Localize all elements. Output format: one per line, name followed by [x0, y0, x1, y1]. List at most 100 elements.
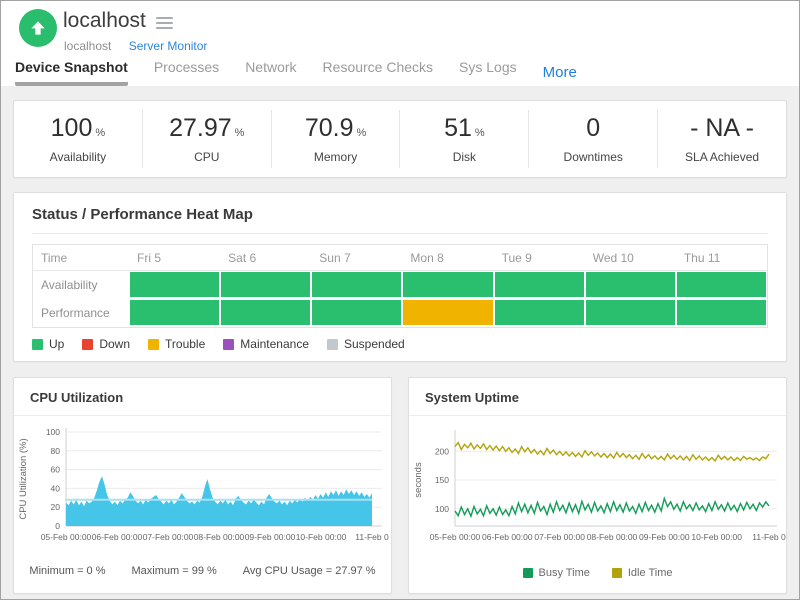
heatmap-row-label-availability: Availability	[33, 271, 129, 299]
tab-sys-logs[interactable]: Sys Logs	[459, 59, 517, 86]
downtimes-value: 0	[586, 114, 600, 142]
tab-device-snapshot[interactable]: Device Snapshot	[15, 59, 128, 86]
trouble-swatch-icon	[148, 339, 159, 350]
heatmap-title: Status / Performance Heat Map	[32, 206, 768, 223]
heatmap-cell[interactable]	[494, 271, 585, 298]
cpu-value: 27.97	[169, 114, 232, 142]
system-uptime-card: System Uptime 10015020005-Feb 00:0006-Fe…	[408, 377, 787, 594]
heatmap-cell[interactable]	[676, 299, 767, 326]
heatmap-cell[interactable]	[220, 299, 311, 326]
heatmap-col-day: Tue 9	[494, 245, 585, 271]
uptime-chart-title: System Uptime	[409, 378, 786, 416]
tab-bar: Device Snapshot Processes Network Resour…	[15, 59, 577, 86]
server-monitor-window: localhost localhost Server Monitor Devic…	[0, 0, 800, 600]
legend-maintenance: Maintenance	[223, 337, 309, 351]
svg-text:06-Feb 00:00: 06-Feb 00:00	[92, 532, 143, 542]
svg-text:seconds: seconds	[413, 462, 424, 498]
heatmap-cell[interactable]	[129, 299, 220, 326]
down-swatch-icon	[82, 339, 93, 350]
heatmap-cell[interactable]	[676, 271, 767, 298]
summary-stats-strip: 100% Availability 27.97% CPU 70.9% Memor…	[13, 100, 787, 178]
up-swatch-icon	[32, 339, 43, 350]
availability-value: 100	[51, 114, 93, 142]
legend-trouble: Trouble	[148, 337, 205, 351]
svg-text:200: 200	[435, 446, 449, 456]
svg-text:0: 0	[55, 521, 60, 531]
legend-idle-time: Idle Time	[612, 567, 673, 579]
heatmap-section: Status / Performance Heat Map Time Fri 5…	[13, 192, 787, 362]
sla-value: - NA -	[690, 114, 754, 142]
stat-disk: 51% Disk	[399, 110, 528, 168]
heatmap-col-time: Time	[33, 245, 129, 271]
legend-down: Down	[82, 337, 130, 351]
heatmap-cell[interactable]	[311, 299, 402, 326]
heatmap-table: Time Fri 5 Sat 6 Sun 7 Mon 8 Tue 9 Wed 1…	[32, 244, 768, 328]
heatmap-cell[interactable]	[402, 299, 493, 326]
heatmap-col-day: Fri 5	[129, 245, 220, 271]
tab-more[interactable]: More	[543, 64, 577, 86]
stat-availability: 100% Availability	[14, 110, 142, 168]
breadcrumb: localhost Server Monitor	[64, 39, 207, 53]
heatmap-cell[interactable]	[220, 271, 311, 298]
arrow-up-icon	[28, 18, 48, 38]
suspended-swatch-icon	[327, 339, 338, 350]
svg-text:100: 100	[46, 427, 60, 437]
heatmap-col-day: Sun 7	[311, 245, 402, 271]
heatmap-col-day: Sat 6	[220, 245, 311, 271]
hamburger-menu-icon[interactable]	[156, 13, 173, 29]
legend-busy-time: Busy Time	[523, 567, 590, 579]
memory-value: 70.9	[305, 114, 354, 142]
svg-text:10-Feb 00:00: 10-Feb 00:00	[691, 532, 742, 542]
stat-downtimes: 0 Downtimes	[528, 110, 657, 168]
cpu-utilization-chart: 02040608010005-Feb 00:0006-Feb 00:0007-F…	[14, 420, 392, 556]
cpu-avg: Avg CPU Usage = 27.97 %	[243, 565, 376, 577]
svg-text:60: 60	[51, 465, 61, 475]
stat-memory: 70.9% Memory	[271, 110, 400, 168]
heatmap-col-day: Thu 11	[676, 245, 767, 271]
svg-text:150: 150	[435, 475, 449, 485]
header: localhost localhost Server Monitor Devic…	[1, 1, 799, 86]
svg-text:100: 100	[435, 504, 449, 514]
tab-resource-checks[interactable]: Resource Checks	[323, 59, 434, 86]
page-title: localhost	[63, 9, 146, 33]
cpu-min: Minimum = 0 %	[29, 565, 105, 577]
svg-text:11-Feb 0: 11-Feb 0	[752, 532, 786, 542]
svg-text:05-Feb 00:00: 05-Feb 00:00	[41, 532, 92, 542]
maintenance-swatch-icon	[223, 339, 234, 350]
uptime-legend: Busy Time Idle Time	[409, 561, 786, 593]
breadcrumb-server-monitor-link[interactable]: Server Monitor	[129, 39, 208, 53]
svg-text:80: 80	[51, 446, 61, 456]
svg-text:08-Feb 00:00: 08-Feb 00:00	[194, 532, 245, 542]
svg-text:08-Feb 00:00: 08-Feb 00:00	[587, 532, 638, 542]
heatmap-cell[interactable]	[585, 271, 676, 298]
svg-text:05-Feb 00:00: 05-Feb 00:00	[430, 532, 481, 542]
tab-network[interactable]: Network	[245, 59, 296, 86]
heatmap-cell[interactable]	[585, 299, 676, 326]
tab-processes[interactable]: Processes	[154, 59, 219, 86]
breadcrumb-host: localhost	[64, 39, 111, 53]
svg-text:20: 20	[51, 502, 61, 512]
legend-up: Up	[32, 337, 64, 351]
heatmap-row-label-performance: Performance	[33, 299, 129, 327]
disk-value: 51	[444, 114, 472, 142]
heatmap-legend: Up Down Trouble Maintenance Suspended	[32, 337, 768, 351]
heatmap-col-day: Wed 10	[585, 245, 676, 271]
heatmap-cell[interactable]	[494, 299, 585, 326]
stat-cpu: 27.97% CPU	[142, 110, 271, 168]
cpu-stats-line: Minimum = 0 % Maximum = 99 % Avg CPU Usa…	[14, 561, 391, 589]
cpu-chart-title: CPU Utilization	[14, 378, 391, 416]
svg-text:CPU Utilization (%): CPU Utilization (%)	[18, 438, 29, 519]
heatmap-cell[interactable]	[311, 271, 402, 298]
cpu-utilization-card: CPU Utilization 0 20 40 60 80 100 05-Feb 00:00…	[13, 377, 392, 594]
svg-text:09-Feb 00:00: 09-Feb 00:00	[245, 532, 296, 542]
svg-text:07-Feb 00:00: 07-Feb 00:00	[534, 532, 585, 542]
busy-time-swatch-icon	[523, 568, 533, 578]
svg-text:11-Feb 0: 11-Feb 0	[355, 532, 389, 542]
svg-text:09-Feb 00:00: 09-Feb 00:00	[639, 532, 690, 542]
cpu-max: Maximum = 99 %	[132, 565, 217, 577]
heatmap-col-day: Mon 8	[402, 245, 493, 271]
svg-text:40: 40	[51, 483, 61, 493]
heatmap-cell[interactable]	[402, 271, 493, 298]
idle-time-swatch-icon	[612, 568, 622, 578]
heatmap-cell[interactable]	[129, 271, 220, 298]
